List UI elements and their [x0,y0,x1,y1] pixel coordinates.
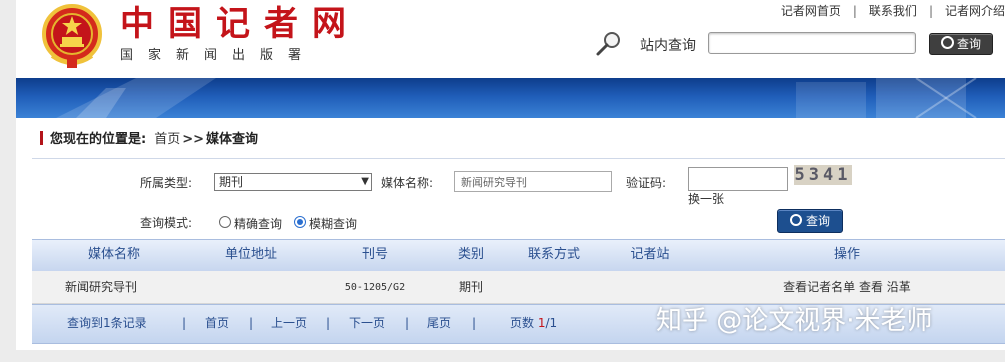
site-subtitle: 国家新闻出版署 [120,48,317,63]
column-header-media-name: 媒体名称 [87,247,141,262]
search-icon [789,214,802,226]
watermark-text: 知乎 @论文视界·米老师 [656,306,933,336]
breadcrumb-marker [40,131,43,145]
magnifier-icon [596,32,620,56]
mode-exact-label[interactable]: 精确查询 [234,216,282,232]
pagination-separator: | [182,316,187,330]
site-title: 中国记者网 [120,4,360,44]
captcha-image[interactable]: 5341 [794,165,852,185]
cell-actions-links[interactable]: 查看记者名单 查看 沿革 [783,280,911,294]
media-name-input[interactable]: 新闻研究导刊 [454,171,612,192]
column-header-code: 刊号 [361,247,389,262]
page-last-link[interactable]: 尾页 [427,316,451,330]
breadcrumb-home-link[interactable]: 首页 [154,132,180,147]
column-header-contact: 联系方式 [527,247,581,262]
top-nav-separator: | [928,4,933,18]
pagination-separator: | [472,316,477,330]
site-search-input[interactable] [708,32,916,54]
page-first-link[interactable]: 首页 [205,316,229,330]
column-header-address: 单位地址 [224,247,278,262]
top-link-about[interactable]: 记者网介绍 [945,4,1005,18]
cell-category: 期刊 [458,280,484,294]
type-select[interactable]: 期刊 ▼ [214,173,372,191]
results-table-header: 媒体名称 单位地址 刊号 类别 联系方式 记者站 操作 [32,239,1005,272]
cell-media-name: 新闻研究导刊 [64,280,138,294]
captcha-input[interactable] [688,167,788,191]
type-label: 所属类型: [140,176,193,190]
result-count: 查询到1条记录 [67,316,147,330]
page-count: 页数 1/1 [510,316,557,330]
column-header-category: 类别 [457,247,485,262]
page-count-label: 页数 [510,316,535,330]
mode-fuzzy-radio[interactable] [294,216,306,228]
site-search-button-label: 查询 [956,37,981,51]
total-pages: /1 [545,316,558,330]
top-link-home[interactable]: 记者网首页 [781,4,841,18]
query-button[interactable]: 查询 [777,209,843,233]
search-icon [940,36,954,49]
cell-code: 50-1205/G2 [344,282,406,293]
top-nav-separator: | [852,4,857,18]
mode-label: 查询模式: [140,216,193,230]
mode-fuzzy-label[interactable]: 模糊查询 [309,216,357,232]
pagination-separator: | [405,316,410,330]
breadcrumb-current: 媒体查询 [206,132,259,147]
captcha-refresh-link[interactable]: 换一张 [688,192,724,206]
table-row: 新闻研究导刊 50-1205/G2 期刊 查看记者名单 查看 沿革 [32,271,1005,304]
site-search-label: 站内查询 [640,38,696,54]
mode-exact-radio[interactable] [219,216,231,228]
query-button-label: 查询 [805,214,830,228]
site-search-button[interactable]: 查询 [929,33,993,55]
captcha-label: 验证码: [626,176,667,190]
top-link-contact[interactable]: 联系我们 [869,4,917,18]
pagination-separator: | [326,316,331,330]
top-nav: 记者网首页 | 联系我们 | 记者网介绍 [781,3,1005,19]
national-emblem-icon [42,4,102,68]
chevron-down-icon: ▼ [361,176,369,187]
media-name-label: 媒体名称: [381,176,434,190]
breadcrumb-prefix: 您现在的位置是: [50,132,147,147]
page-prev-link[interactable]: 上一页 [271,316,307,330]
column-header-actions: 操作 [833,247,861,262]
pagination-separator: | [249,316,254,330]
column-header-station: 记者站 [630,247,670,262]
site-header: 中国记者网 国家新闻出版署 记者网首页 | 联系我们 | 记者网介绍 站内查询 查询 [16,0,1005,78]
page-next-link[interactable]: 下一页 [349,316,385,330]
banner-graphic [56,78,977,118]
header-banner [16,78,1005,118]
breadcrumb: 您现在的位置是: 首页 >> 媒体查询 [40,131,258,148]
page-container: 中国记者网 国家新闻出版署 记者网首页 | 联系我们 | 记者网介绍 站内查询 查询 [16,0,1005,350]
type-select-value: 期刊 [219,175,244,189]
breadcrumb-separator: >> [182,132,205,147]
